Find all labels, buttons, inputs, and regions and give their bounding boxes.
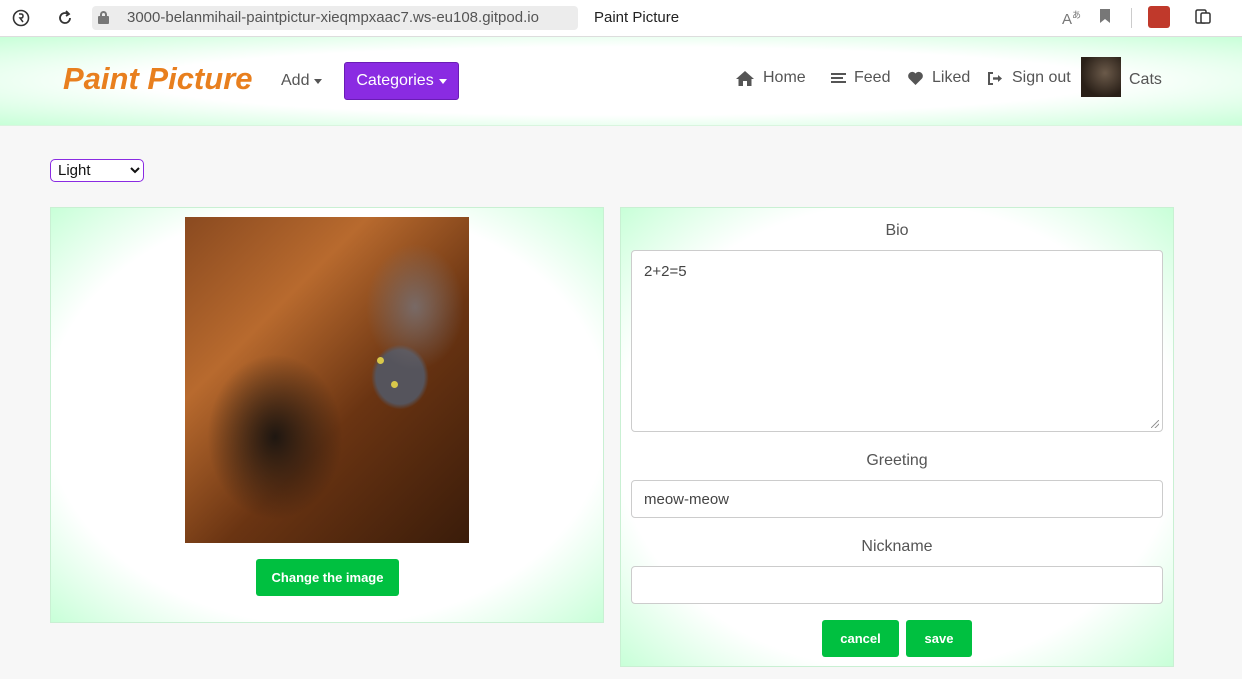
- resize-handle-icon[interactable]: [1151, 420, 1159, 428]
- cancel-button[interactable]: cancel: [822, 620, 899, 657]
- menu-lines-icon: [831, 73, 846, 83]
- translate-icon[interactable]: Aあ: [1062, 8, 1081, 28]
- browser-toolbar: 3000-belanmihail-paintpictur-xieqmpxaac7…: [0, 0, 1242, 37]
- nav-feed-label: Feed: [854, 69, 891, 86]
- nav-home-label: Home: [763, 69, 806, 86]
- app-navbar: Paint Picture Add Categories Home Feed L…: [0, 37, 1242, 126]
- cat-eye: [391, 381, 398, 388]
- url-text: 3000-belanmihail-paintpictur-xieqmpxaac7…: [127, 9, 539, 26]
- nav-signout[interactable]: Sign out: [987, 69, 1071, 87]
- heart-icon: [908, 71, 923, 85]
- user-name[interactable]: Cats: [1129, 71, 1162, 89]
- sign-out-icon: [988, 71, 1002, 85]
- bio-textarea[interactable]: 2+2=5: [631, 250, 1163, 432]
- categories-dropdown-label: Categories: [356, 72, 434, 89]
- chevron-down-icon: [438, 78, 447, 84]
- save-button[interactable]: save: [906, 620, 972, 657]
- nav-home[interactable]: Home: [735, 69, 806, 87]
- categories-dropdown[interactable]: Categories: [344, 62, 459, 100]
- nickname-input[interactable]: [631, 566, 1163, 604]
- add-dropdown-label: Add: [281, 72, 310, 89]
- chevron-down-icon: [314, 78, 323, 84]
- change-image-button[interactable]: Change the image: [256, 559, 399, 596]
- avatar[interactable]: [1081, 57, 1121, 97]
- nav-signout-label: Sign out: [1012, 69, 1071, 86]
- profile-form-panel: Bio 2+2=5 Greeting Nickname cancel save: [620, 207, 1174, 667]
- image-panel: Change the image: [50, 207, 604, 623]
- home-icon: [736, 70, 754, 86]
- extension-icon[interactable]: [1148, 6, 1170, 28]
- greeting-input[interactable]: [631, 480, 1163, 518]
- page-tab-title: Paint Picture: [594, 9, 680, 26]
- reload-icon[interactable]: [54, 7, 76, 29]
- greeting-label: Greeting: [866, 452, 928, 469]
- bookmark-icon[interactable]: [1099, 8, 1111, 28]
- lock-icon: [98, 11, 109, 24]
- theme-select[interactable]: Light: [50, 159, 144, 182]
- bio-text: 2+2=5: [644, 263, 687, 280]
- collections-icon[interactable]: [1194, 8, 1212, 30]
- add-dropdown[interactable]: Add: [281, 72, 323, 90]
- brand-logo[interactable]: Paint Picture: [63, 61, 253, 97]
- toolbar-divider: [1131, 8, 1132, 28]
- cat-eye: [377, 357, 384, 364]
- nickname-label: Nickname: [861, 538, 933, 555]
- nav-feed[interactable]: Feed: [831, 69, 890, 87]
- profile-image: [185, 217, 469, 543]
- nav-liked[interactable]: Liked: [907, 69, 970, 87]
- browser-logo-icon[interactable]: [10, 7, 32, 29]
- address-bar[interactable]: 3000-belanmihail-paintpictur-xieqmpxaac7…: [92, 6, 578, 30]
- nav-liked-label: Liked: [932, 69, 971, 86]
- bio-label: Bio: [885, 222, 909, 239]
